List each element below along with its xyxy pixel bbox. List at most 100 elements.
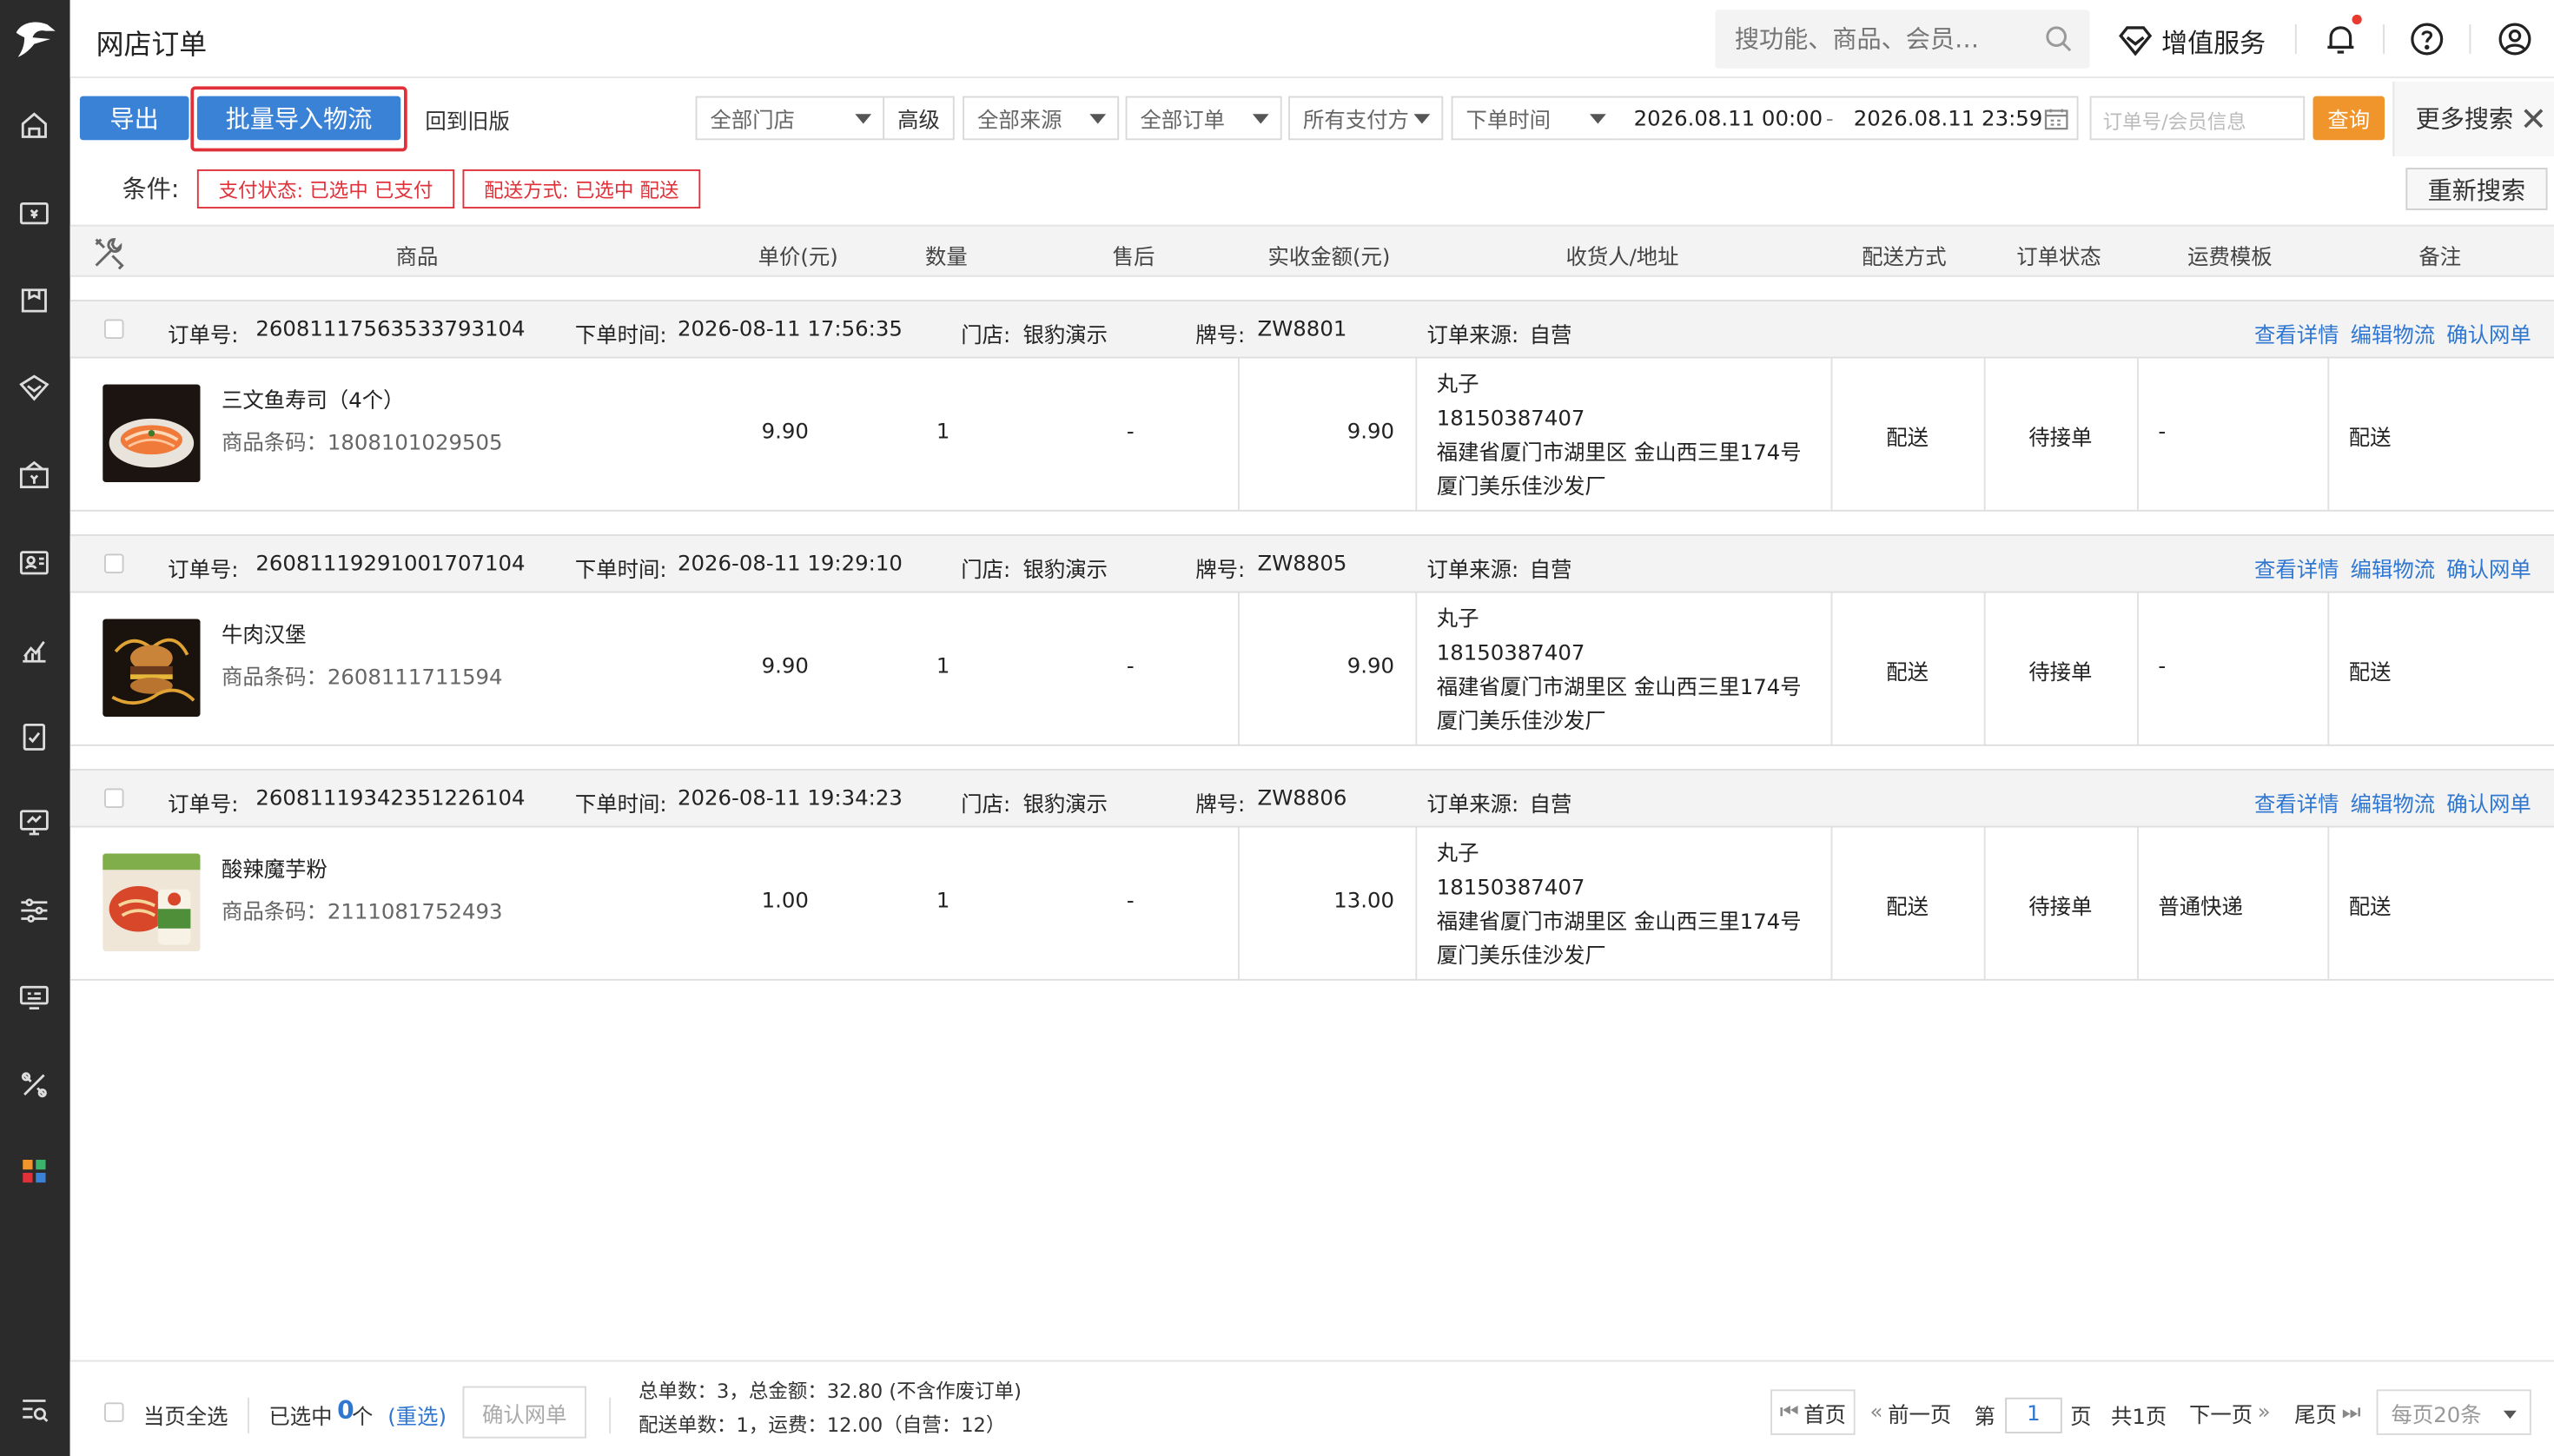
edit-logistics-link[interactable]: 编辑物流 (2351, 553, 2436, 583)
order-no: 26081117563533793104 (255, 317, 526, 342)
product-thumbnail[interactable] (103, 853, 201, 951)
order-type-select-value: 全部订单 (1140, 109, 1226, 134)
column-header-freight-template: 运费模板 (2187, 246, 2273, 271)
source-select[interactable]: 全部来源 (963, 96, 1120, 141)
page-size-select[interactable]: 每页20条 (2376, 1389, 2531, 1435)
confirm-order-button[interactable]: 确认网单 (462, 1386, 586, 1439)
finance-icon[interactable] (17, 718, 52, 754)
advanced-button[interactable]: 高级 (883, 96, 955, 141)
app-center-icon[interactable] (17, 1154, 52, 1189)
freight-template: - (2158, 654, 2167, 679)
column-header-after-sale: 售后 (1112, 246, 1155, 271)
search-icon[interactable] (2044, 24, 2074, 54)
home-icon[interactable] (17, 108, 52, 143)
products-icon[interactable] (17, 281, 52, 317)
product-thumbnail[interactable] (103, 619, 201, 717)
query-button[interactable]: 查询 (2312, 96, 2385, 141)
reselect-link[interactable]: (重选) (387, 1400, 447, 1430)
delivery-method: 配送 (1886, 896, 1929, 921)
select-all-checkbox[interactable] (104, 1402, 124, 1422)
receiver-address: 福建省厦门市湖里区 金山西三里174号 (1436, 441, 1802, 467)
value-added-service-button[interactable]: 增值服务 (2118, 21, 2266, 60)
next-page-button[interactable]: 下一页» (2177, 1389, 2282, 1435)
footer-divider (248, 1397, 249, 1433)
condition-tag-payment[interactable]: 支付状态: 已选中 已支付 (196, 169, 455, 208)
summary-line-1: 总单数：3，总金额：32.80 (不含作废订单) (638, 1380, 1022, 1403)
delivery-method: 配送 (1886, 661, 1929, 686)
store-select[interactable]: 全部门店 (695, 96, 885, 141)
product-barcode: 商品条码：2111081752493 (222, 900, 503, 925)
sushi-image (103, 384, 201, 482)
payment-select[interactable]: 所有支付方 (1288, 96, 1444, 141)
date-range-picker[interactable]: 2026.08.11 00:00 - 2026.08.11 23:59 (1617, 96, 2079, 141)
after-sale: - (1126, 420, 1135, 445)
order-type-select[interactable]: 全部订单 (1125, 96, 1282, 141)
confirm-order-link[interactable]: 确认网单 (2446, 553, 2531, 583)
global-search-input[interactable] (1715, 10, 2025, 69)
confirm-order-link[interactable]: 确认网单 (2446, 787, 2531, 817)
order-no-label: 订单号: (168, 793, 239, 818)
tools-icon[interactable] (17, 1067, 52, 1102)
store-name: 银豹演示 (1022, 559, 1108, 584)
view-detail-link[interactable]: 查看详情 (2254, 318, 2339, 348)
chevron-down-icon (1413, 114, 1431, 124)
order-search-input[interactable]: 订单号/会员信息 (2089, 96, 2306, 141)
column-header-product: 商品 (395, 246, 439, 271)
condition-tag-delivery[interactable]: 配送方式: 已选中 配送 (462, 169, 701, 208)
source-select-value: 全部来源 (977, 109, 1062, 134)
column-settings-icon[interactable] (89, 233, 129, 272)
cashier-icon[interactable] (17, 195, 52, 231)
confirm-order-link[interactable]: 确认网单 (2446, 318, 2531, 348)
view-detail-link[interactable]: 查看详情 (2254, 553, 2339, 583)
search-menu-icon[interactable] (17, 1393, 52, 1428)
store-name: 银豹演示 (1022, 793, 1108, 818)
member-icon[interactable] (17, 370, 52, 406)
order-source: 自营 (1529, 559, 1572, 584)
plate-label: 牌号: (1195, 793, 1246, 818)
product-name: 牛肉汉堡 (222, 624, 307, 649)
prev-page-button[interactable]: «前一页 (1858, 1389, 1963, 1435)
bell-icon[interactable] (2323, 21, 2359, 56)
view-detail-link[interactable]: 查看详情 (2254, 787, 2339, 817)
order-checkbox[interactable] (104, 319, 124, 339)
export-button[interactable]: 导出 (79, 96, 189, 141)
total-pages: 共1页 (2111, 1406, 2167, 1431)
select-all-label[interactable]: 当页全选 (143, 1400, 228, 1430)
order-checkbox[interactable] (104, 553, 124, 573)
user-account-icon[interactable] (2497, 21, 2532, 56)
last-page-label: 尾页 (2294, 1403, 2337, 1428)
bulk-import-logistics-button[interactable]: 批量导入物流 (196, 96, 401, 141)
page-number-input[interactable]: 1 (2005, 1397, 2062, 1433)
close-icon[interactable]: ✕ (2520, 103, 2547, 136)
receiver-address: 福建省厦门市湖里区 金山西三里174号 (1436, 676, 1802, 701)
app-logo-icon[interactable] (0, 0, 70, 78)
order-block: 订单号: 26081119291001707104 下单时间: 2026-08-… (69, 534, 2554, 746)
filter-conditions: 条件: 支付状态: 已选中 已支付 配送方式: 已选中 配送 重新搜索 (70, 156, 2554, 222)
product-thumbnail[interactable] (103, 384, 201, 482)
date-separator: - (1825, 107, 1834, 132)
research-button[interactable]: 重新搜索 (2405, 168, 2548, 210)
time-type-select[interactable]: 下单时间 (1451, 96, 1618, 141)
global-search-box[interactable] (1715, 10, 2090, 69)
table-footer: 当页全选 已选中 0 个 (重选) 确认网单 总单数：3，总金额：32.80 (… (69, 1360, 2554, 1456)
online-store-icon[interactable] (17, 804, 52, 840)
order-checkbox[interactable] (104, 788, 124, 808)
order-header: 订单号: 26081119342351226104 下单时间: 2026-08-… (69, 769, 2554, 828)
settings-sliders-icon[interactable] (17, 893, 52, 929)
back-to-old-version-link[interactable]: 回到旧版 (425, 104, 510, 136)
order-time-label: 下单时间: (574, 559, 667, 584)
edit-logistics-link[interactable]: 编辑物流 (2351, 318, 2436, 348)
edit-logistics-link[interactable]: 编辑物流 (2351, 787, 2436, 817)
marketing-icon[interactable] (17, 458, 52, 493)
hardware-icon[interactable] (17, 979, 52, 1015)
delivery-method: 配送 (1886, 427, 1929, 452)
first-page-button[interactable]: ⏮ 首页 (1770, 1389, 1856, 1435)
payment-select-value: 所有支付方 (1303, 109, 1409, 134)
page-prefix: 第 (1974, 1406, 1995, 1431)
calendar-icon[interactable] (2044, 108, 2068, 130)
summary-line-2: 配送单数：1，运费：12.00（自营：12） (638, 1413, 1006, 1437)
help-icon[interactable] (2409, 21, 2445, 56)
report-icon[interactable] (17, 632, 52, 668)
last-page-button[interactable]: 尾页 ⏭ (2286, 1389, 2369, 1435)
staff-icon[interactable] (17, 544, 52, 579)
